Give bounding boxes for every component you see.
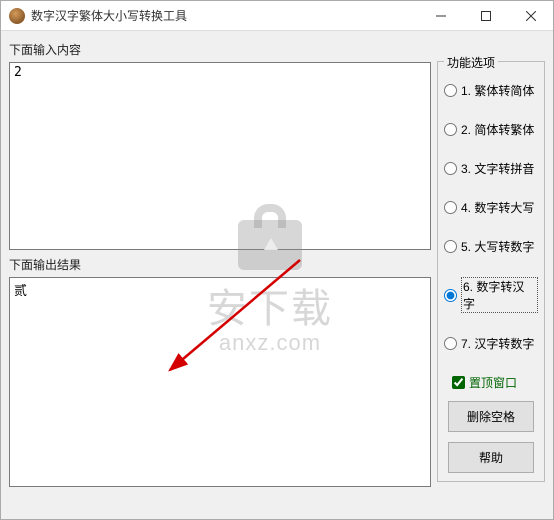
- option-6[interactable]: 6. 数字转汉字: [444, 277, 538, 313]
- option-3[interactable]: 3. 文字转拼音: [444, 160, 538, 177]
- option-1[interactable]: 1. 繁体转简体: [444, 82, 538, 99]
- option-5[interactable]: 5. 大写转数字: [444, 238, 538, 255]
- topmost-checkbox[interactable]: 置顶窗口: [452, 374, 538, 391]
- left-column: 下面输入内容 下面输出结果: [9, 35, 431, 511]
- option-7[interactable]: 7. 汉字转数字: [444, 335, 538, 352]
- input-textbox[interactable]: [9, 62, 431, 250]
- option-2[interactable]: 2. 简体转繁体: [444, 121, 538, 138]
- output-label: 下面输出结果: [9, 256, 431, 273]
- output-textbox[interactable]: [9, 277, 431, 487]
- input-label: 下面输入内容: [9, 41, 431, 58]
- minimize-button[interactable]: [418, 1, 463, 31]
- close-button[interactable]: [508, 1, 553, 31]
- options-groupbox: 功能选项 1. 繁体转简体 2. 简体转繁体 3. 文字转拼音 4. 数字转大写…: [437, 61, 545, 482]
- window-title: 数字汉字繁体大小写转换工具: [31, 7, 418, 24]
- options-legend: 功能选项: [444, 54, 498, 71]
- option-4[interactable]: 4. 数字转大写: [444, 199, 538, 216]
- app-icon: [9, 8, 25, 24]
- titlebar: 数字汉字繁体大小写转换工具: [1, 1, 553, 31]
- remove-spaces-button[interactable]: 删除空格: [448, 401, 534, 432]
- help-button[interactable]: 帮助: [448, 442, 534, 473]
- maximize-button[interactable]: [463, 1, 508, 31]
- app-window: 数字汉字繁体大小写转换工具 下面输入内容 下面输出结果 功能选项 1. 繁体转简…: [0, 0, 554, 520]
- right-column: 功能选项 1. 繁体转简体 2. 简体转繁体 3. 文字转拼音 4. 数字转大写…: [437, 35, 545, 511]
- content-area: 下面输入内容 下面输出结果 功能选项 1. 繁体转简体 2. 简体转繁体 3. …: [1, 31, 553, 519]
